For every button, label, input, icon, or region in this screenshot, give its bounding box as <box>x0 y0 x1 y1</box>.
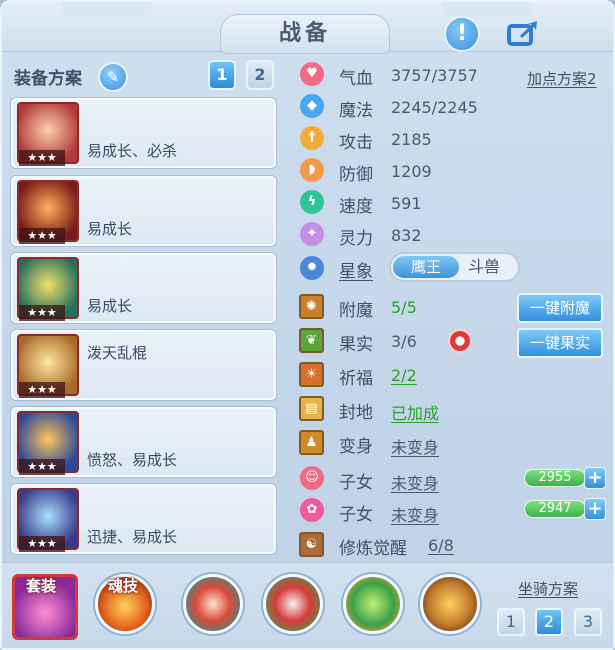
star-rating: ★★★ <box>19 459 65 475</box>
fruit-label: 果实 <box>339 335 373 355</box>
skill-slot-3-icon[interactable] <box>343 574 403 634</box>
equip-trait: 易成长、必杀 <box>87 142 178 160</box>
plan-button-2[interactable]: 2 <box>246 60 274 90</box>
star-rating: ★★★ <box>19 536 65 552</box>
plan-button-1[interactable]: 1 <box>208 60 236 90</box>
transform-icon: ♟ <box>299 430 324 455</box>
mana-icon: ◆ <box>300 94 324 118</box>
suit-label: 套装 <box>26 577 57 595</box>
star-rating: ★★★ <box>19 382 65 398</box>
equip-slot-1[interactable]: ★★★ 易成长、必杀 <box>10 97 277 169</box>
share-icon[interactable] <box>506 18 542 48</box>
seal-label: 封地 <box>339 403 373 423</box>
enchant-icon: ✺ <box>299 294 324 319</box>
soul-skill-label: 魂技 <box>108 577 139 595</box>
equip-slot-5[interactable]: ★★★ 愤怒、易成长 <box>10 406 277 478</box>
star-sign-option-eagle[interactable]: 鹰王 <box>393 256 459 278</box>
scroll-icon: ▤ <box>299 396 324 421</box>
spirit-value: 832 <box>391 226 422 245</box>
star-sign-label[interactable]: 星象 <box>339 257 373 282</box>
equip-trait: 迅捷、易成长 <box>87 528 178 546</box>
equipment-panel: 战备 ! 装备方案 ✎ 1 2 ★★★ 易成长、必杀 ★★★ 易成长 ★★★ 易… <box>0 0 615 650</box>
awaken-value[interactable]: 6/8 <box>428 536 454 555</box>
mount-plan-label[interactable]: 坐骑方案 <box>518 578 578 599</box>
mount-button-3[interactable]: 3 <box>574 608 602 636</box>
shield-icon: ◗ <box>300 158 324 182</box>
child-icon: ✿ <box>300 498 324 522</box>
add-point-plan-link[interactable]: 加点方案2 <box>527 68 597 89</box>
def-label: 防御 <box>339 165 373 185</box>
title-ornament-left <box>62 2 152 18</box>
equip-slot-4[interactable]: ★★★ 泼天乱棍 <box>10 329 277 401</box>
equip-trait: 易成长 <box>87 220 133 238</box>
bless-label: 祈福 <box>339 369 373 389</box>
equip-plan-label: 装备方案 <box>14 69 82 89</box>
equip-trait: 泼天乱棍 <box>87 344 148 362</box>
star-sign-option-beast[interactable]: 斗兽 <box>456 256 512 278</box>
def-value: 1209 <box>391 162 432 181</box>
star-rating: ★★★ <box>19 150 65 166</box>
equip-slot-6[interactable]: ★★★ 迅捷、易成长 <box>10 483 277 555</box>
child2-plus-button[interactable]: + <box>584 498 606 520</box>
one-click-fruit-button[interactable]: 一键果实 <box>517 328 603 358</box>
seal-value[interactable]: 已加成 <box>391 400 439 424</box>
equip-slot-3[interactable]: ★★★ 易成长 <box>10 252 277 324</box>
awaken-icon: ☯ <box>299 532 324 557</box>
title-plaque: 战备 <box>220 14 390 54</box>
pencil-icon[interactable]: ✎ <box>98 62 128 92</box>
equip-slot-2[interactable]: ★★★ 易成长 <box>10 175 277 247</box>
one-click-enchant-button[interactable]: 一键附魔 <box>517 293 603 323</box>
exclamation-icon[interactable]: ! <box>444 16 480 52</box>
fruit-value: 3/6 <box>391 332 417 351</box>
mp-label: 魔法 <box>339 101 373 121</box>
atk-value: 2185 <box>391 130 432 149</box>
skill-slot-2-icon[interactable] <box>263 574 323 634</box>
bless-icon: ☀ <box>299 362 324 387</box>
sword-icon: † <box>300 126 324 150</box>
child-icon: ☺ <box>300 466 324 490</box>
heart-icon: ♥ <box>300 62 324 86</box>
mount-button-1[interactable]: 1 <box>497 608 525 636</box>
spirit-icon: ✦ <box>300 222 324 246</box>
mp-value: 2245/2245 <box>391 98 478 117</box>
bless-value[interactable]: 2/2 <box>391 366 417 385</box>
title-bar: 战备 ! <box>2 2 613 54</box>
child1-label: 子女 <box>339 473 373 493</box>
atk-label: 攻击 <box>339 133 373 153</box>
transform-value[interactable]: 未变身 <box>391 434 439 458</box>
mount-button-2[interactable]: 2 <box>535 608 563 636</box>
child1-power-bar: 2955 <box>524 469 586 487</box>
spd-value: 591 <box>391 194 422 213</box>
spirit-label: 灵力 <box>339 229 373 249</box>
enchant-value: 5/5 <box>391 298 417 317</box>
spd-label: 速度 <box>339 197 373 217</box>
star-sign-icon: ✹ <box>300 256 324 280</box>
transform-label: 变身 <box>339 437 373 457</box>
page-title: 战备 <box>278 21 331 46</box>
hp-value: 3757/3757 <box>391 66 478 85</box>
child1-value[interactable]: 未变身 <box>391 470 439 494</box>
equip-trait: 愤怒、易成长 <box>87 451 178 469</box>
child2-value[interactable]: 未变身 <box>391 502 439 526</box>
skill-slot-4-icon[interactable] <box>420 574 480 634</box>
timer-icon[interactable] <box>448 329 472 353</box>
child2-power-bar: 2947 <box>524 500 586 518</box>
star-rating: ★★★ <box>19 228 65 244</box>
star-sign-toggle[interactable]: 鹰王 斗兽 <box>389 252 520 282</box>
child1-plus-button[interactable]: + <box>584 467 606 489</box>
hp-label: 气血 <box>339 69 373 89</box>
awaken-label: 修炼觉醒 <box>339 539 407 559</box>
star-rating: ★★★ <box>19 305 65 321</box>
skill-slot-1-icon[interactable] <box>183 574 243 634</box>
lightning-icon: ϟ <box>300 190 324 214</box>
title-ornament-right <box>442 2 532 18</box>
child2-label: 子女 <box>339 505 373 525</box>
enchant-label: 附魔 <box>339 301 373 321</box>
equip-trait: 易成长 <box>87 297 133 315</box>
fruit-icon: ❦ <box>299 328 324 353</box>
